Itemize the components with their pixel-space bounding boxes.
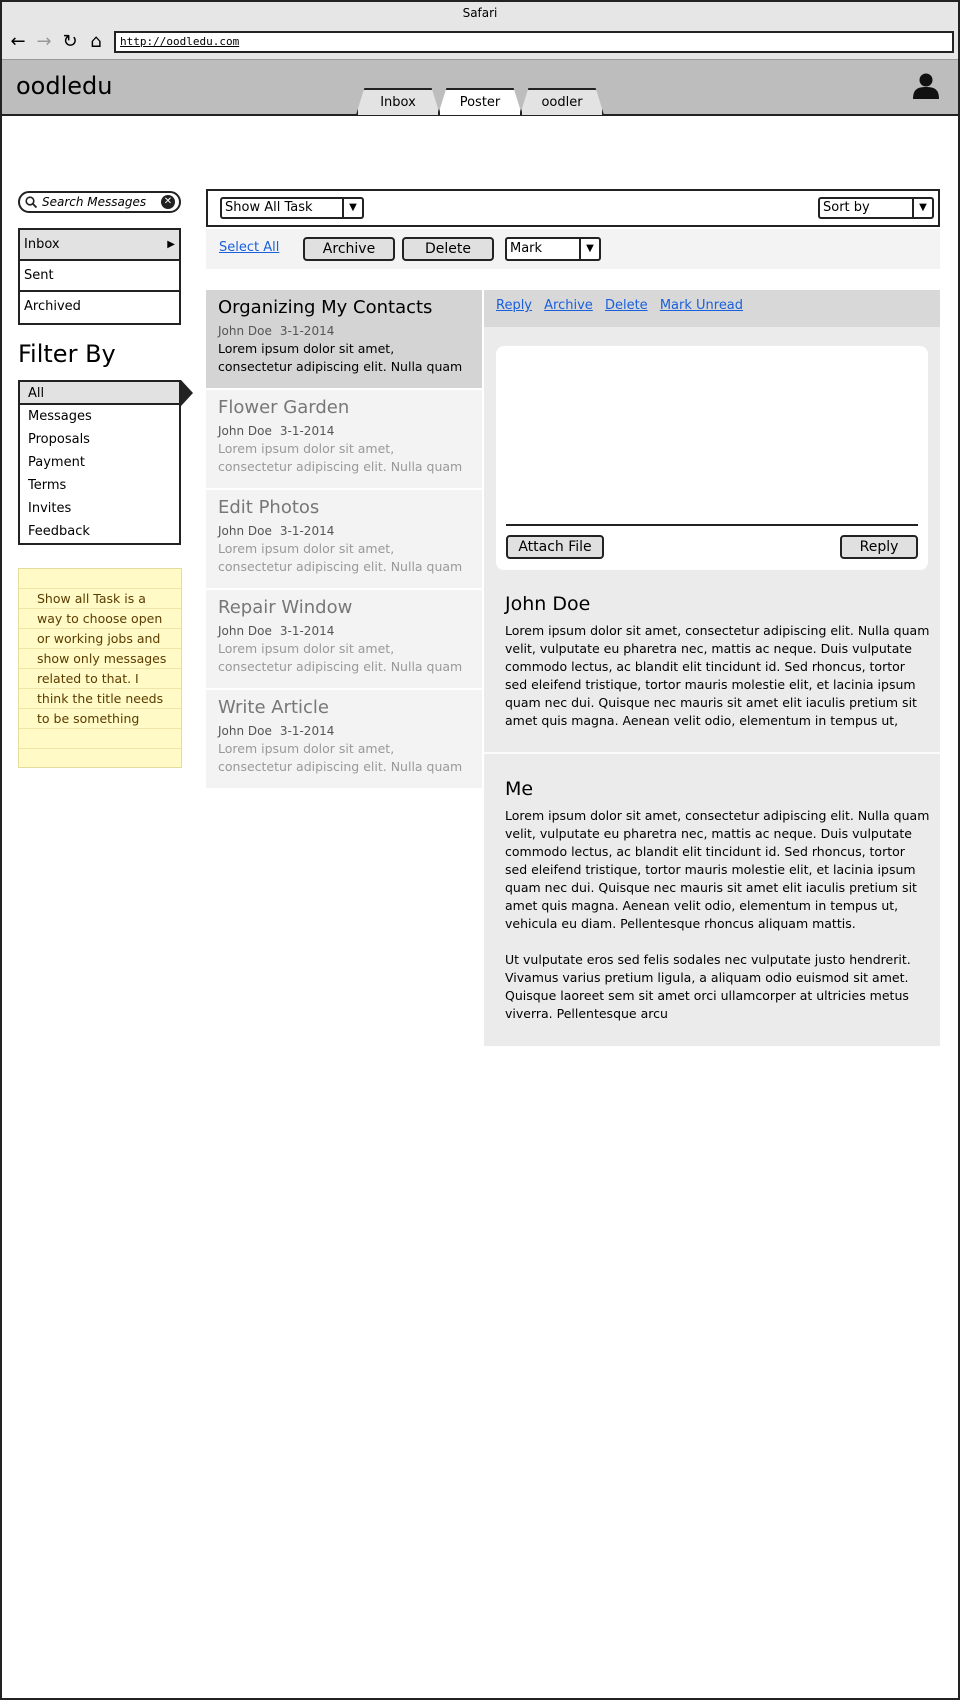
task-filter-select[interactable]: Show All Task ▼ [220,197,364,219]
filter-invites[interactable]: Invites [20,497,179,520]
reply-button[interactable]: Reply [840,535,918,559]
filter-payment[interactable]: Payment [20,451,179,474]
thread-body: Lorem ipsum dolor sit amet, consectetur … [505,808,930,931]
reply-link[interactable]: Reply [496,298,532,313]
address-bar[interactable]: http://oodledu.com [114,31,954,53]
select-all-link[interactable]: Select All [219,240,279,255]
filter-terms[interactable]: Terms [20,474,179,497]
mark-select[interactable]: Mark ▼ [505,237,601,261]
message-actions: Reply Archive Delete Mark Unread [484,290,940,327]
sort-select[interactable]: Sort by ▼ [818,197,934,219]
message-date: 3-1-2014 [279,424,335,438]
attach-file-button[interactable]: Attach File [506,535,604,559]
message-title: Edit Photos [218,497,320,518]
divider [506,524,918,526]
delete-link[interactable]: Delete [605,298,648,313]
back-arrow-icon[interactable]: ← [8,32,28,52]
user-avatar-icon[interactable] [912,72,940,100]
window-title: Safari [2,2,958,26]
message-title: Organizing My Contacts [218,297,433,318]
filter-all[interactable]: All [20,380,193,406]
tab-inbox[interactable]: Inbox [356,88,440,115]
folder-label: Sent [24,268,54,283]
folder-label: Archived [24,299,81,314]
tab-poster[interactable]: Poster [438,88,522,115]
folder-list: Inbox ▶ Sent Archived [18,228,181,325]
reading-pane: Reply Archive Delete Mark Unread Attach … [484,290,940,1046]
mark-value: Mark [510,241,543,256]
message-preview: Lorem ipsum dolor sit amet, consectetur … [218,741,463,774]
message-sender: John Doe [218,424,272,438]
home-icon[interactable]: ⌂ [86,32,106,52]
list-item[interactable]: Edit Photos John Doe 3-1-2014 Lorem ipsum… [206,490,482,590]
message-date: 3-1-2014 [279,324,335,338]
message-title: Flower Garden [218,397,350,418]
search-icon [25,196,37,208]
list-item[interactable]: Organizing My Contacts John Doe 3-1-2014 … [206,290,482,390]
browser-navbar: ← → ↻ ⌂ http://oodledu.com [2,26,958,60]
archive-link[interactable]: Archive [544,298,593,313]
thread-body: Lorem ipsum dolor sit amet, consectetur … [505,623,930,728]
search-placeholder: Search Messages [42,195,147,209]
app-logo[interactable]: oodledu [16,72,112,100]
archive-button[interactable]: Archive [303,237,395,261]
message-title: Write Article [218,697,329,718]
chevron-down-icon: ▼ [912,199,932,217]
folder-label: Inbox [24,237,60,252]
message-date: 3-1-2014 [279,624,335,638]
folder-sent[interactable]: Sent [20,261,179,292]
action-bar: Select All Archive Delete Mark ▼ [206,229,940,269]
thread-body: Ut vulputate eros sed felis sodales nec … [505,952,911,1021]
folder-archived[interactable]: Archived [20,292,179,323]
clear-search-icon[interactable]: ✕ [161,195,175,209]
message-list: Organizing My Contacts John Doe 3-1-2014 … [206,290,482,790]
chevron-down-icon: ▼ [579,239,599,259]
browser-window: Safari ← → ↻ ⌂ http://oodledu.com oodled… [0,0,960,1700]
message-sender: John Doe [218,524,272,538]
message-preview: Lorem ipsum dolor sit amet, consectetur … [218,541,463,574]
filter-feedback[interactable]: Feedback [20,520,179,543]
list-item[interactable]: Flower Garden John Doe 3-1-2014 Lorem ips… [206,390,482,490]
thread-sender: Me [505,778,534,800]
task-filter-bar: Show All Task ▼ Sort by ▼ [206,189,940,227]
delete-button[interactable]: Delete [402,237,494,261]
message-preview: Lorem ipsum dolor sit amet, consectetur … [218,341,463,374]
filter-proposals[interactable]: Proposals [20,428,179,451]
search-input[interactable]: Search Messages ✕ [18,191,181,213]
list-item[interactable]: Write Article John Doe 3-1-2014 Lorem ips… [206,690,482,790]
folder-inbox[interactable]: Inbox ▶ [20,230,179,261]
filter-messages[interactable]: Messages [20,405,179,428]
chevron-down-icon: ▼ [342,199,362,217]
filter-list: All Messages Proposals Payment Terms Inv… [18,380,193,545]
message-sender: John Doe [218,324,272,338]
message-title: Repair Window [218,597,353,618]
message-sender: John Doe [218,624,272,638]
task-filter-value: Show All Task [225,200,313,215]
thread-divider [484,752,940,754]
sticky-note: Show all Task is a way to choose open or… [18,568,182,768]
sort-value: Sort by [823,200,870,215]
message-sender: John Doe [218,724,272,738]
forward-arrow-icon[interactable]: → [34,32,54,52]
message-preview: Lorem ipsum dolor sit amet, consectetur … [218,441,463,474]
thread-sender: John Doe [505,593,591,615]
app-header: oodledu Inbox Poster oodler [2,60,958,116]
filter-by-heading: Filter By [18,340,116,368]
list-item[interactable]: Repair Window John Doe 3-1-2014 Lorem ips… [206,590,482,690]
reply-textarea[interactable]: Attach File Reply [496,346,928,570]
tab-oodler[interactable]: oodler [520,88,604,115]
message-preview: Lorem ipsum dolor sit amet, consectetur … [218,641,463,674]
message-date: 3-1-2014 [279,724,335,738]
message-date: 3-1-2014 [279,524,335,538]
reload-icon[interactable]: ↻ [60,32,80,52]
mark-unread-link[interactable]: Mark Unread [660,298,743,313]
expand-arrow-icon: ▶ [167,239,175,250]
